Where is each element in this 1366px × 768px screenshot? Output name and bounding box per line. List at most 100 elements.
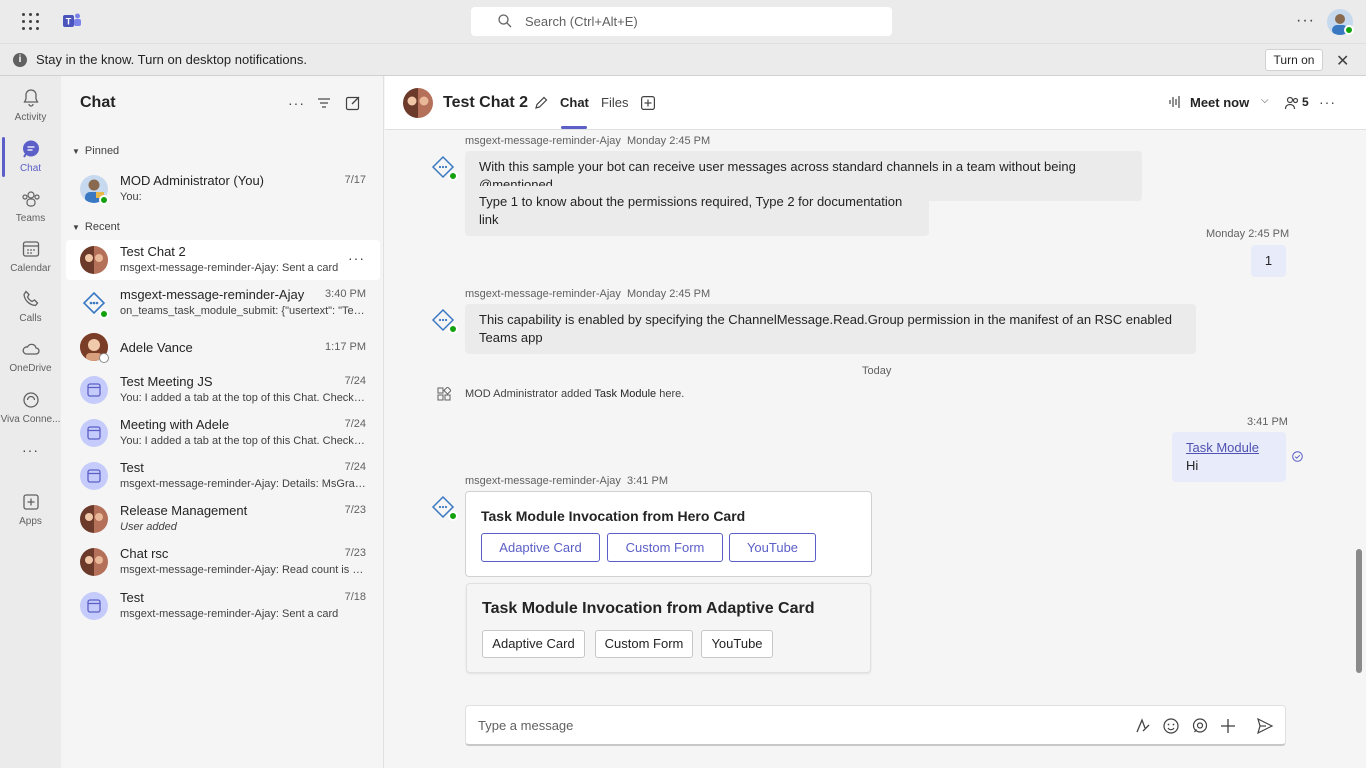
edit-pencil-icon[interactable] [533, 95, 549, 111]
app-added-icon [437, 387, 451, 401]
rail-onedrive[interactable]: OneDrive [0, 331, 61, 381]
more-options-icon[interactable]: ··· [288, 95, 305, 111]
send-icon[interactable] [1256, 717, 1274, 735]
tab-chat[interactable]: Chat [560, 95, 589, 110]
chat-item-preview: msgext-message-reminder-Ajay: Sent a car… [120, 262, 339, 274]
conversation-header: Test Chat 2 Chat Files Meet now ⌵ 5 ··· [385, 76, 1366, 130]
notification-message: Stay in the know. Turn on desktop notifi… [36, 52, 307, 67]
message-bubble: This capability is enabled by specifying… [465, 304, 1196, 354]
chat-item-meeting-with-adele[interactable]: Meeting with Adele You: I added a tab at… [66, 413, 380, 453]
chat-item-time: 7/18 [344, 591, 366, 603]
chat-list-pane: Chat ··· ▼ Pinned MOD Administrator (You)… [61, 76, 384, 768]
presence-available-icon [448, 511, 458, 521]
new-chat-icon[interactable] [345, 95, 361, 111]
settings-more-icon[interactable]: ··· [1296, 12, 1315, 30]
chat-list-title: Chat [80, 94, 116, 111]
message-sender-line: msgext-message-reminder-Ajay Monday 2:45… [465, 135, 710, 147]
active-tab-indicator [561, 126, 587, 129]
close-icon[interactable]: ✕ [1336, 51, 1349, 71]
message-sender-line: msgext-message-reminder-Ajay Monday 2:45… [465, 288, 710, 300]
ac-youtube-button[interactable]: YouTube [701, 630, 773, 658]
message-text: Hi [1186, 458, 1199, 473]
meeting-avatar [80, 419, 108, 447]
presence-available-icon [99, 195, 109, 205]
audio-wave-icon [1169, 96, 1180, 108]
message-time: Monday 2:45 PM [627, 288, 711, 300]
chat-item-preview: on_teams_task_module_submit: {"usertext"… [120, 305, 366, 317]
rail-more-apps[interactable]: ··· [0, 438, 61, 468]
message-composer[interactable]: Type a message [465, 705, 1286, 746]
more-options-icon[interactable]: ··· [348, 250, 365, 266]
group-avatar [80, 505, 108, 533]
chat-item-release-management[interactable]: Release Management User added 7/23 [66, 499, 380, 539]
message-bubble: Type 1 to know about the permissions req… [465, 186, 929, 236]
rail-calendar[interactable]: Calendar [0, 231, 61, 281]
conversation-scrollbar[interactable] [1356, 549, 1362, 673]
add-apps-icon [23, 494, 39, 510]
rail-viva[interactable]: Viva Conne... [0, 382, 61, 432]
search-icon [498, 14, 512, 28]
chat-item-preview: msgext-message-reminder-Ajay: Read count… [120, 564, 366, 576]
turn-on-button[interactable]: Turn on [1265, 49, 1323, 71]
chat-item-test[interactable]: Test msgext-message-reminder-Ajay: Detai… [66, 456, 380, 496]
recent-section-header[interactable]: ▼ Recent [72, 221, 120, 233]
chat-item-test-meeting-js[interactable]: Test Meeting JS You: I added a tab at th… [66, 370, 380, 410]
participants-button[interactable]: 5 [1284, 92, 1312, 114]
chat-item-time: 7/24 [344, 375, 366, 387]
tab-files[interactable]: Files [601, 95, 628, 110]
chat-item-test-2[interactable]: Test msgext-message-reminder-Ajay: Sent … [66, 586, 380, 626]
my-message-bubble: Task Module Hi [1172, 432, 1286, 482]
group-avatar [403, 88, 433, 118]
chat-item-bot[interactable]: msgext-message-reminder-Ajay on_teams_ta… [66, 283, 380, 323]
search-placeholder: Search (Ctrl+Alt+E) [525, 14, 638, 29]
chat-item-name: Adele Vance [120, 340, 193, 355]
rail-activity[interactable]: Activity [0, 80, 61, 130]
meet-now-button[interactable]: Meet now ⌵ [1168, 90, 1273, 116]
svg-text:T: T [66, 17, 72, 27]
presence-away-icon [99, 353, 109, 363]
loop-component-icon[interactable] [1191, 717, 1209, 735]
rail-label: Viva Conne... [0, 414, 61, 425]
rail-teams[interactable]: Teams [0, 181, 61, 231]
ac-custom-form-button[interactable]: Custom Form [595, 630, 693, 658]
format-icon[interactable] [1134, 717, 1152, 735]
chat-item-preview: You: [120, 191, 142, 203]
hero-youtube-button[interactable]: YouTube [729, 533, 816, 562]
chat-item-name: Release Management [120, 503, 248, 518]
chat-item-mod-administrator[interactable]: MOD Administrator (You) You: 7/17 [66, 169, 380, 209]
rail-apps[interactable]: Apps [0, 484, 61, 534]
chat-item-time: 1:17 PM [325, 341, 366, 353]
add-attachment-icon[interactable] [1219, 717, 1237, 735]
meeting-avatar [80, 376, 108, 404]
chat-item-name: Test Meeting JS [120, 374, 213, 389]
message-sender: msgext-message-reminder-Ajay [465, 475, 621, 487]
more-options-icon[interactable]: ··· [1319, 94, 1336, 110]
chevron-down-icon: ⌵ [1261, 95, 1269, 106]
chat-item-name: Test [120, 460, 144, 475]
task-module-link[interactable]: Task Module [1186, 440, 1259, 455]
add-tab-icon[interactable] [641, 96, 655, 110]
emoji-icon[interactable] [1162, 717, 1180, 735]
more-icon: ··· [22, 442, 39, 458]
filter-icon[interactable] [317, 96, 331, 110]
rail-label: Calls [19, 313, 42, 324]
chat-item-chat-rsc[interactable]: Chat rsc msgext-message-reminder-Ajay: R… [66, 542, 380, 582]
conversation-title: Test Chat 2 [443, 94, 529, 111]
chat-item-test-chat-2[interactable]: Test Chat 2 msgext-message-reminder-Ajay… [66, 240, 380, 280]
rail-chat[interactable]: Chat [0, 131, 61, 181]
app-launcher-icon[interactable] [22, 13, 40, 31]
hero-adaptive-card-button[interactable]: Adaptive Card [481, 533, 600, 562]
chat-item-name: Test [120, 590, 144, 605]
notification-banner: i Stay in the know. Turn on desktop noti… [0, 43, 1366, 76]
search-bar[interactable]: Search (Ctrl+Alt+E) [471, 7, 892, 36]
rail-calls[interactable]: Calls [0, 281, 61, 331]
chat-item-name: MOD Administrator (You) [120, 173, 265, 188]
pinned-section-header[interactable]: ▼ Pinned [72, 145, 119, 157]
message-time: Monday 2:45 PM [627, 135, 711, 147]
message-time: 3:41 PM [1247, 416, 1288, 428]
presence-available-icon [448, 171, 458, 181]
chat-item-adele-vance[interactable]: Adele Vance 1:17 PM [66, 327, 380, 367]
chat-item-time: 7/24 [344, 418, 366, 430]
ac-adaptive-card-button[interactable]: Adaptive Card [482, 630, 585, 658]
hero-custom-form-button[interactable]: Custom Form [607, 533, 723, 562]
